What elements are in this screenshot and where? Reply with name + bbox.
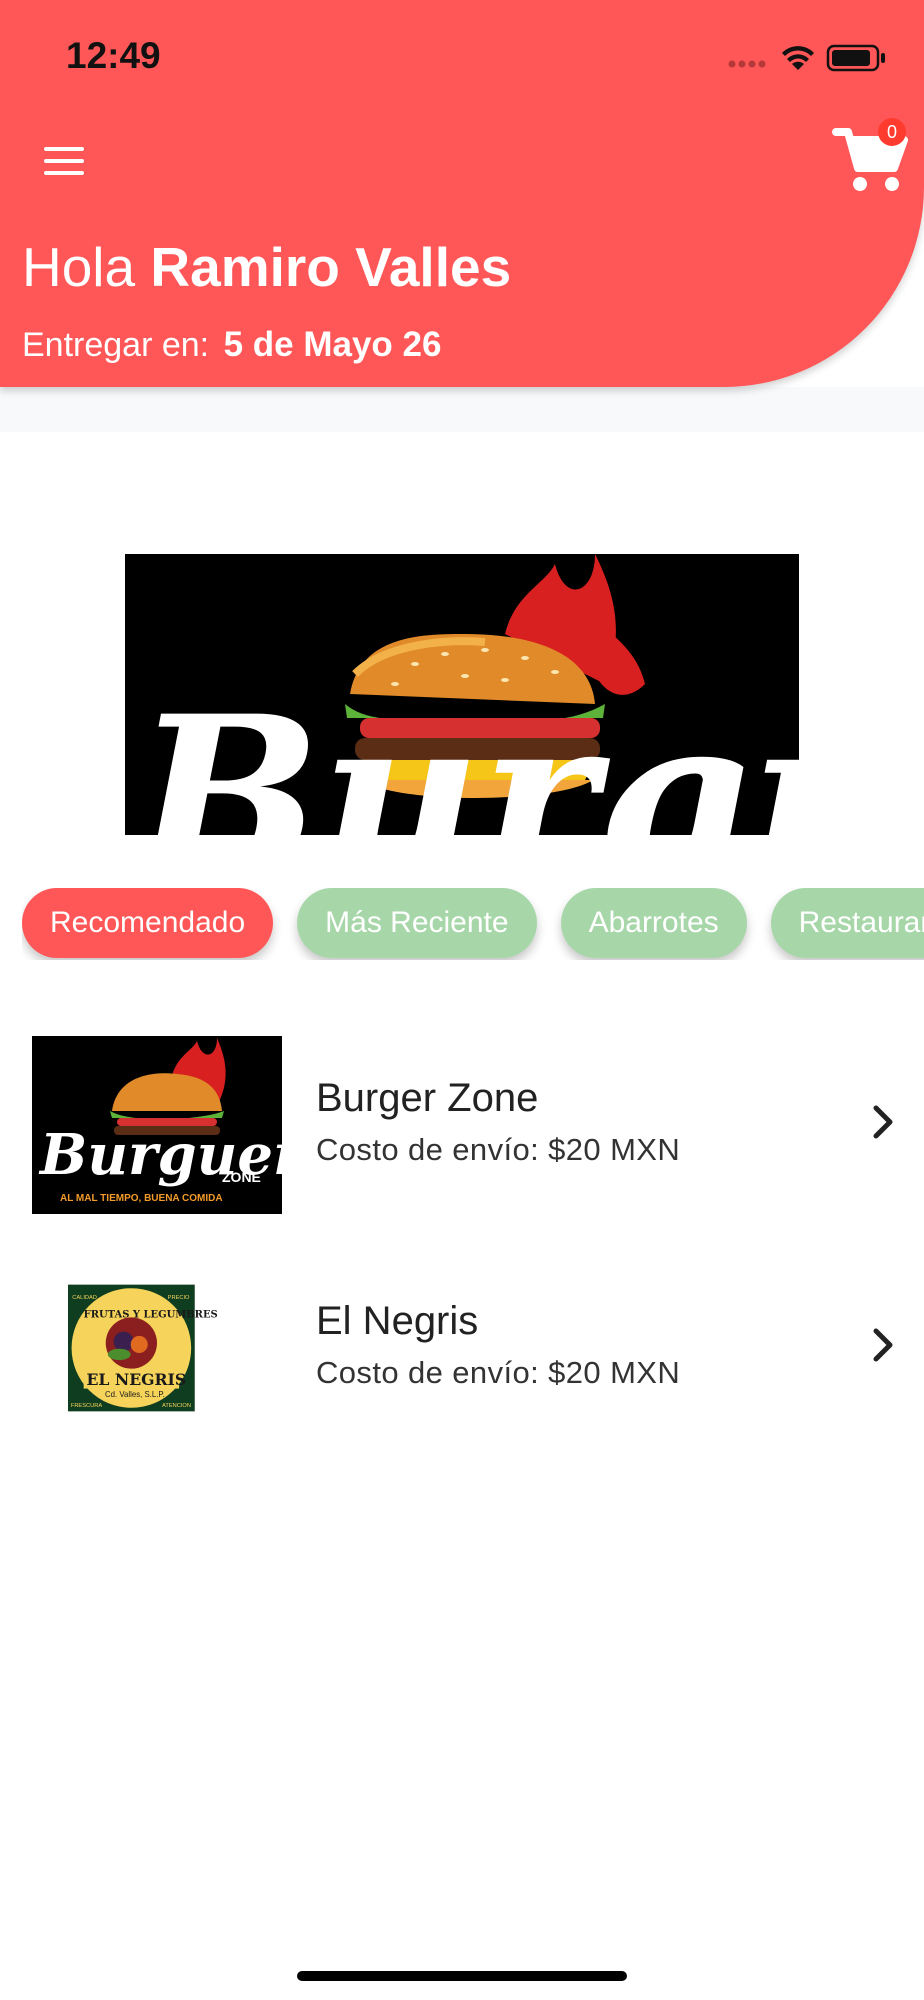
home-indicator xyxy=(297,1971,627,1981)
category-chips: Recomendado Más Reciente Abarrotes Resta… xyxy=(22,888,924,960)
header-shadow-band xyxy=(0,387,924,432)
store-item-el-negris[interactable]: FRUTAS Y LEGUMBRES EL NEGRIS Cd. Valles,… xyxy=(0,1259,924,1439)
deliver-label: Entregar en: xyxy=(22,326,210,364)
logo-c3: FRESCURA xyxy=(71,1403,102,1409)
logo-tagline: AL MAL TIEMPO, BUENA COMIDA xyxy=(60,1193,223,1204)
store-name: El Negris xyxy=(316,1299,479,1343)
banner-brand-text: Burguer xyxy=(129,667,799,835)
logo-top: FRUTAS Y LEGUMBRES xyxy=(84,1309,218,1320)
menu-icon-bar xyxy=(44,159,84,163)
burger-banner-image: Burguer xyxy=(125,554,799,835)
greeting: Hola Ramiro Valles xyxy=(22,235,511,299)
chip-mas-reciente[interactable]: Más Reciente xyxy=(297,888,537,958)
store-logo-el-negris: FRUTAS Y LEGUMBRES EL NEGRIS Cd. Valles,… xyxy=(68,1284,218,1412)
logo-brand: EL NEGRIS xyxy=(87,1370,187,1389)
deliver-address: 5 de Mayo 26 xyxy=(223,325,442,364)
chip-recomendado[interactable]: Recomendado xyxy=(22,888,274,958)
store-logo-burger-zone: Burguer ZONE AL MAL TIEMPO, BUENA COMIDA xyxy=(32,1036,282,1214)
chip-restaurantes[interactable]: Restaurantes xyxy=(770,888,924,958)
menu-icon-bar xyxy=(44,171,84,175)
user-name: Ramiro Valles xyxy=(150,236,512,298)
app-header: 12:49 0 Hola Ramiro Valles Entregar en: xyxy=(0,0,924,387)
logo-c1: CALIDAD xyxy=(72,1295,97,1301)
battery-icon xyxy=(826,44,885,72)
cart-count-badge: 0 xyxy=(878,118,906,146)
store-item-burger-zone[interactable]: Burguer ZONE AL MAL TIEMPO, BUENA COMIDA… xyxy=(0,1036,924,1216)
chevron-right-icon xyxy=(873,1328,893,1362)
promo-banner[interactable]: Burguer xyxy=(125,554,799,835)
store-delivery-fee: Costo de envío: $20 MXN xyxy=(316,1355,681,1390)
wifi-icon xyxy=(782,46,814,70)
status-icons xyxy=(728,44,885,72)
status-time: 12:49 xyxy=(66,35,161,76)
menu-icon-bar xyxy=(44,147,84,151)
logo-sub: ZONE xyxy=(222,1169,261,1185)
chip-abarrotes[interactable]: Abarrotes xyxy=(560,888,747,958)
logo-place: Cd. Valles, S.L.P. xyxy=(105,1390,165,1399)
store-delivery-fee: Costo de envío: $20 MXN xyxy=(316,1132,681,1167)
menu-button[interactable] xyxy=(30,135,98,187)
signal-icon xyxy=(728,60,766,68)
logo-c4: ATENCION xyxy=(162,1403,191,1409)
chevron-right-icon xyxy=(873,1105,893,1139)
delivery-address[interactable]: Entregar en: 5 de Mayo 26 xyxy=(22,325,441,365)
logo-c2: PRECIO xyxy=(168,1295,190,1301)
store-name: Burger Zone xyxy=(316,1076,539,1120)
greeting-text: Hola xyxy=(22,236,136,298)
